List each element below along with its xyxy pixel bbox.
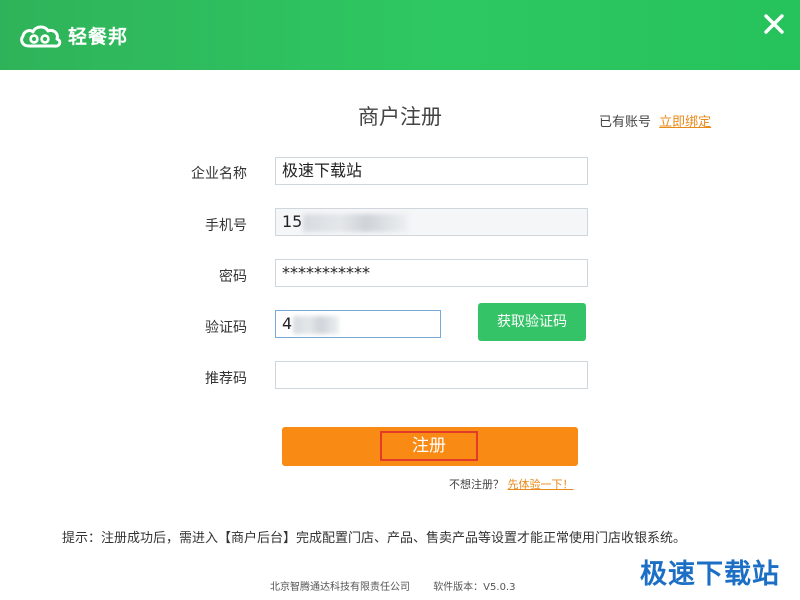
footer: 北京智腾通达科技有限责任公司 软件版本：V5.0.3 [270, 578, 515, 593]
phone-input[interactable]: 15 [275, 208, 588, 236]
close-icon[interactable] [762, 12, 786, 36]
password-input[interactable]: *********** [275, 259, 588, 287]
software-version: 软件版本：V5.0.3 [433, 582, 516, 593]
phone-label: 手机号 [205, 218, 247, 234]
registration-tip: 提示：注册成功后，需进入【商户后台】完成配置门店、产品、售卖产品等设置才能正常使… [62, 531, 687, 546]
footer-company: 北京智腾通达科技有限责任公司 [270, 582, 410, 593]
referral-code-input[interactable] [275, 361, 588, 389]
referral-code-label: 推荐码 [205, 371, 247, 387]
app-logo: 轻餐邦 [18, 22, 128, 49]
password-value: *********** [282, 263, 370, 282]
trial-hint: 不想注册？ 先体验一下！ [449, 476, 574, 492]
account-prompt: 已有账号 [599, 115, 652, 130]
company-name-value: 极速下载站 [282, 161, 363, 180]
account-hint: 已有账号 立即绑定 [599, 111, 711, 130]
captcha-label: 验证码 [205, 320, 247, 336]
bind-now-link[interactable]: 立即绑定 [659, 115, 711, 130]
register-button-label: 注册 [380, 431, 478, 461]
captcha-input[interactable]: 4 [275, 310, 441, 338]
watermark: 极速下载站 [640, 559, 780, 590]
register-button[interactable]: 注册 [282, 427, 578, 466]
title-bar: 轻餐邦 [0, 0, 800, 70]
phone-redaction [303, 213, 409, 232]
get-captcha-button[interactable]: 获取验证码 [478, 303, 586, 341]
company-name-input[interactable]: 极速下载站 [275, 157, 588, 185]
company-name-label: 企业名称 [191, 166, 247, 182]
cloud-logo-icon [20, 25, 62, 48]
brand-name: 轻餐邦 [68, 26, 129, 48]
trial-prompt: 不想注册？ [449, 478, 504, 491]
phone-value: 15 [282, 212, 303, 231]
captcha-redaction [293, 315, 340, 334]
try-first-link[interactable]: 先体验一下！ [508, 478, 574, 491]
password-label: 密码 [219, 269, 247, 285]
captcha-value: 4 [282, 314, 293, 333]
